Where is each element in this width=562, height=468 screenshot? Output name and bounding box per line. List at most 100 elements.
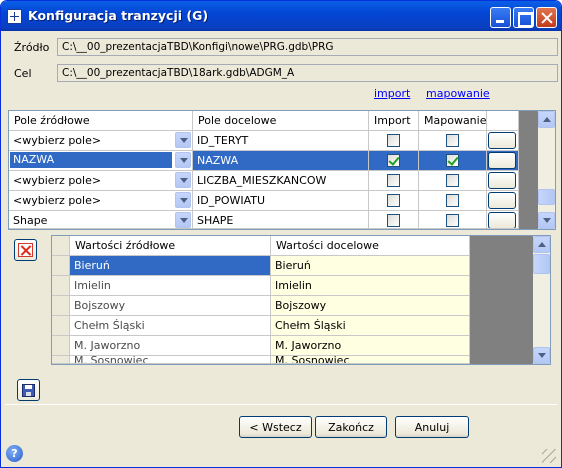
save-button[interactable]	[17, 379, 40, 401]
target-value-cell[interactable]: Bieruń	[271, 256, 470, 276]
mapping-cell	[419, 151, 487, 171]
help-icon[interactable]: ?	[6, 445, 23, 462]
row-action-button[interactable]	[488, 192, 516, 209]
mapping-checkbox[interactable]	[446, 174, 459, 187]
scroll-thumb[interactable]	[538, 189, 555, 205]
mapping-checkbox[interactable]	[446, 134, 459, 147]
scroll-down-arrow-icon[interactable]	[538, 212, 555, 229]
row-action-button[interactable]	[488, 212, 516, 228]
cancel-button[interactable]: Anuluj	[395, 416, 469, 438]
source-value-cell[interactable]: M. Sosnowiec	[70, 356, 271, 364]
row-action-cell	[487, 151, 519, 171]
target-value-cell[interactable]: M. Sosnowiec	[271, 356, 470, 364]
window-title: Konfiguracja tranzycji (G)	[28, 8, 209, 23]
window-app-icon	[7, 9, 22, 24]
resize-grip-icon[interactable]	[542, 449, 556, 463]
chevron-down-icon[interactable]	[175, 192, 191, 208]
source-field-combo[interactable]: Shape	[9, 211, 193, 229]
target-field-cell: LICZBA_MIESZKANCOW	[193, 171, 369, 191]
delete-button[interactable]	[14, 239, 37, 261]
delete-x-icon	[18, 243, 33, 257]
row-header[interactable]	[52, 336, 70, 356]
row-action-cell	[487, 171, 519, 191]
source-value-cell[interactable]: M. Jaworzno	[70, 336, 271, 356]
row-header[interactable]	[52, 276, 70, 296]
col-header-source-values[interactable]: Wartości źródłowe	[70, 236, 271, 256]
import-checkbox[interactable]	[387, 194, 400, 207]
import-cell	[369, 151, 419, 171]
status-bar	[1, 441, 561, 467]
values-grid-scrollbar[interactable]	[533, 236, 550, 364]
source-field-combo[interactable]: <wybierz pole>	[9, 191, 193, 211]
mapping-cell	[419, 131, 487, 151]
chevron-down-icon[interactable]	[175, 212, 191, 228]
target-field-cell: NAZWA	[193, 151, 369, 171]
back-button[interactable]: < Wstecz	[239, 416, 312, 438]
minimize-button[interactable]	[490, 7, 511, 28]
chevron-down-icon[interactable]	[175, 172, 191, 188]
dialog-window: Konfiguracja tranzycji (G) Źródło C:\__0…	[0, 0, 562, 468]
row-header[interactable]	[52, 256, 70, 276]
scroll-up-arrow-icon[interactable]	[538, 111, 555, 128]
import-checkbox[interactable]	[387, 134, 400, 147]
row-header[interactable]	[52, 296, 70, 316]
mapping-cell	[419, 211, 487, 229]
col-header-mapping[interactable]: Mapowanie	[419, 111, 487, 131]
source-label: Źródło	[14, 41, 50, 54]
target-field-cell: ID_POWIATU	[193, 191, 369, 211]
source-path-field[interactable]: C:\__00_prezentacjaTBD\Konfigi\nowe\PRG.…	[57, 38, 558, 56]
col-header-action	[487, 111, 519, 131]
target-value-cell[interactable]: M. Jaworzno	[271, 336, 470, 356]
row-header[interactable]	[52, 356, 70, 364]
row-action-button[interactable]	[488, 132, 516, 149]
target-value-cell[interactable]: Chełm Śląski	[271, 316, 470, 336]
source-value-cell[interactable]: Bojszowy	[70, 296, 271, 316]
chevron-down-icon[interactable]	[175, 132, 191, 148]
col-header-target-values[interactable]: Wartości docelowe	[271, 236, 470, 256]
row-action-button[interactable]	[488, 172, 516, 189]
row-header[interactable]	[52, 316, 70, 336]
fields-grid-scrollbar[interactable]	[538, 111, 555, 229]
source-value-cell[interactable]: Chełm Śląski	[70, 316, 271, 336]
import-checkbox[interactable]	[387, 154, 400, 167]
col-header-import[interactable]: Import	[369, 111, 419, 131]
target-path-field[interactable]: C:\__00_prezentacjaTBD\18ark.gdb\ADGM_A	[57, 64, 558, 82]
row-action-cell	[487, 211, 519, 229]
target-value-cell[interactable]: Bojszowy	[271, 296, 470, 316]
import-cell	[369, 191, 419, 211]
mapping-checkbox[interactable]	[446, 214, 459, 227]
col-header-target-field[interactable]: Pole docelowe	[193, 111, 369, 131]
chevron-down-icon[interactable]	[175, 152, 191, 168]
row-action-button[interactable]	[488, 152, 516, 169]
source-value-cell[interactable]: Bieruń	[70, 256, 271, 276]
target-value-cell[interactable]: Imielin	[271, 276, 470, 296]
save-disk-icon	[22, 384, 35, 397]
source-field-combo[interactable]: <wybierz pole>	[9, 171, 193, 191]
close-button[interactable]	[536, 7, 557, 28]
mapping-cell	[419, 171, 487, 191]
target-label: Cel	[14, 67, 32, 80]
row-action-cell	[487, 191, 519, 211]
col-header-source-field[interactable]: Pole źródłowe	[9, 111, 193, 131]
scroll-up-arrow-icon[interactable]	[533, 236, 550, 253]
separator	[5, 404, 557, 405]
import-cell	[369, 211, 419, 229]
source-value-cell[interactable]: Imielin	[70, 276, 271, 296]
finish-button[interactable]: Zakończ	[315, 416, 387, 438]
source-field-combo[interactable]: <wybierz pole>	[9, 131, 193, 151]
import-checkbox[interactable]	[387, 214, 400, 227]
source-field-combo[interactable]: NAZWA	[9, 151, 193, 171]
maximize-button[interactable]	[513, 7, 534, 28]
row-action-cell	[487, 131, 519, 151]
mapping-link[interactable]: mapowanie	[426, 87, 490, 100]
scroll-thumb[interactable]	[533, 254, 550, 274]
import-cell	[369, 171, 419, 191]
import-checkbox[interactable]	[387, 174, 400, 187]
mapping-cell	[419, 191, 487, 211]
import-link[interactable]: import	[374, 87, 410, 100]
mapping-checkbox[interactable]	[446, 154, 459, 167]
title-bar[interactable]: Konfiguracja tranzycji (G)	[1, 1, 561, 31]
target-field-cell: SHAPE	[193, 211, 369, 229]
scroll-down-arrow-icon[interactable]	[533, 347, 550, 364]
mapping-checkbox[interactable]	[446, 194, 459, 207]
